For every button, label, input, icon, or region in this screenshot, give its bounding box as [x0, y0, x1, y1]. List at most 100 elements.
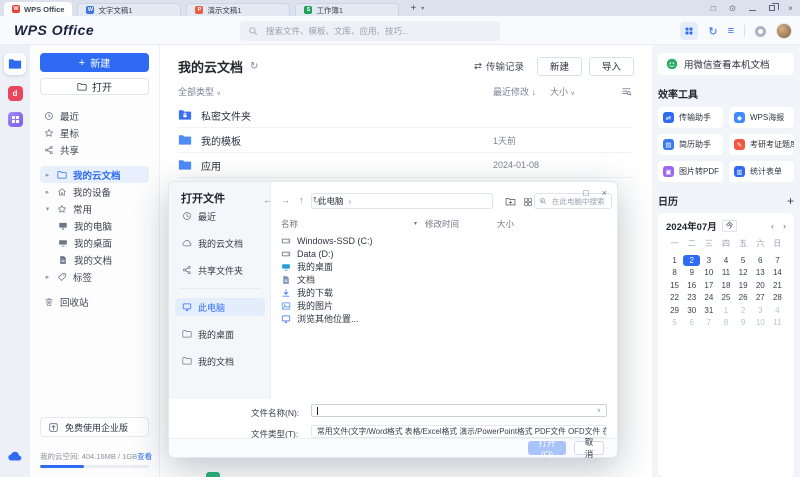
app-tab[interactable]: W WPS Office — [4, 2, 72, 16]
col-time-header[interactable]: 修改时间 — [425, 218, 459, 230]
up-icon[interactable]: ↑ — [299, 195, 304, 206]
view-mode-icon[interactable] — [523, 197, 533, 207]
global-search[interactable] — [240, 21, 500, 41]
tool-card[interactable]: ▤ 简历助手 — [658, 134, 723, 155]
calendar-day[interactable]: 3 — [700, 255, 717, 267]
dialog-nav-item[interactable]: 此电脑 — [175, 298, 265, 316]
sidebar-tree-item[interactable]: ▾ 常用 — [40, 200, 149, 217]
sidebar-tree-item[interactable]: ▸ 我的设备 — [40, 183, 149, 200]
sidebar-item[interactable]: 共享 — [40, 141, 149, 158]
dialog-file-row[interactable]: 我的图片 — [273, 299, 611, 312]
tree-arrow-icon[interactable]: ▸ — [44, 273, 51, 281]
col-name-header[interactable]: 名称 — [281, 219, 298, 229]
dialog-maximize-button[interactable]: □ — [583, 188, 588, 198]
calendar-day[interactable]: 8 — [666, 267, 683, 279]
calendar-day[interactable]: 9 — [683, 267, 700, 279]
calendar-day[interactable]: 22 — [666, 292, 683, 304]
cloud-view-link[interactable]: 查看 — [137, 451, 152, 462]
app-tab[interactable]: S 工作簿1 — [295, 3, 399, 16]
calendar-day[interactable]: 5 — [666, 317, 683, 329]
main-import-button[interactable]: 导入 — [589, 57, 634, 76]
calendar-day[interactable]: 31 — [700, 305, 717, 317]
sort-indicator-icon[interactable]: ▾ — [414, 220, 417, 227]
sidebar-item-tags[interactable]: ▸ 标签 — [40, 268, 149, 285]
dialog-file-row[interactable]: 浏览其他位置... — [273, 312, 611, 325]
calendar-day[interactable]: 4 — [769, 305, 786, 317]
calendar-day[interactable]: 7 — [700, 317, 717, 329]
sidebar-tree-child[interactable]: 我的桌面 — [40, 234, 149, 251]
sidebar-item[interactable]: 星标 — [40, 124, 149, 141]
calendar-day[interactable]: 5 — [735, 255, 752, 267]
app-tab[interactable]: W 文字文稿1 — [77, 3, 181, 16]
filetype-dropdown[interactable]: 常用文件(文字/Word格式 表格/Excel格式 演示/PowerPoint格… — [311, 425, 607, 438]
window-layout-icon[interactable]: □ — [711, 3, 716, 13]
calendar-day[interactable]: 27 — [752, 292, 769, 304]
calendar-today-button[interactable]: 今 — [722, 220, 738, 232]
dialog-open-button[interactable]: 打开(O) — [528, 441, 566, 455]
calendar-prev-icon[interactable]: ‹ — [771, 221, 774, 231]
calendar-day[interactable]: 6 — [683, 317, 700, 329]
calendar-day[interactable]: 23 — [683, 292, 700, 304]
calendar-day[interactable]: 9 — [735, 317, 752, 329]
tool-card[interactable]: ▥ 统计表单 — [729, 161, 794, 182]
main-new-button[interactable]: 新建 — [537, 57, 582, 76]
new-folder-icon[interactable] — [505, 196, 516, 207]
dialog-file-row[interactable]: 我的桌面 — [273, 260, 611, 273]
sync-icon[interactable]: ↻ — [708, 25, 717, 38]
calendar-day[interactable]: 11 — [769, 317, 786, 329]
breadcrumb[interactable]: 此电脑 — [318, 195, 344, 207]
calendar-day[interactable]: 3 — [752, 305, 769, 317]
wechat-banner[interactable]: 用微信查看本机文档 — [658, 53, 794, 75]
tree-arrow-icon[interactable]: ▸ — [44, 171, 51, 179]
file-row[interactable]: 应用 2024-01-08 — [178, 153, 634, 178]
calendar-next-icon[interactable]: › — [783, 221, 786, 231]
col-size-header[interactable]: 大小 — [497, 218, 514, 230]
calendar-day[interactable]: 26 — [735, 292, 752, 304]
calendar-day[interactable]: 14 — [769, 267, 786, 279]
enterprise-upgrade-button[interactable]: 免费使用企业版 — [40, 417, 149, 437]
calendar-day[interactable]: 15 — [666, 280, 683, 292]
file-row[interactable]: 我的模板 1天前 — [178, 128, 634, 153]
sidebar-tree-child[interactable]: 我的电脑 — [40, 217, 149, 234]
dialog-nav-item[interactable]: 我的文档 — [175, 352, 265, 370]
transfer-log-button[interactable]: ⇄ 传输记录 — [474, 59, 524, 73]
calendar-day[interactable]: 11 — [717, 267, 734, 279]
list-settings-button[interactable] — [621, 85, 632, 96]
tool-card[interactable]: ✎ 考研考证题库 — [729, 134, 794, 155]
theme-toggle-icon[interactable] — [755, 26, 766, 37]
calendar-day[interactable]: 25 — [717, 292, 734, 304]
calendar-day[interactable]: 21 — [769, 280, 786, 292]
dialog-file-row[interactable]: Windows-SSD (C:) — [273, 234, 611, 247]
calendar-day[interactable]: 4 — [717, 255, 734, 267]
calendar-day[interactable]: 1 — [666, 255, 683, 267]
type-filter-dropdown[interactable]: 全部类型 ∨ — [178, 85, 221, 98]
address-bar[interactable]: 此电脑 › — [311, 193, 493, 209]
sort-size-header[interactable]: 大小 ∨ — [550, 85, 575, 98]
back-icon[interactable]: ← — [263, 195, 272, 206]
dialog-file-row[interactable]: Data (D:) — [273, 247, 611, 260]
rail-cloud-button[interactable] — [7, 447, 23, 465]
calendar-day[interactable]: 2 — [735, 305, 752, 317]
sidebar-item[interactable]: 最近 — [40, 107, 149, 124]
calendar-day[interactable]: 13 — [752, 267, 769, 279]
tree-arrow-icon[interactable]: ▸ — [44, 188, 51, 196]
dialog-cancel-button[interactable]: 取消 — [574, 441, 604, 455]
calendar-add-button[interactable]: + — [787, 194, 794, 208]
refresh-icon[interactable]: ↻ — [250, 61, 258, 72]
calendar-day[interactable]: 6 — [752, 255, 769, 267]
forward-icon[interactable]: → — [281, 195, 290, 206]
calendar-day[interactable]: 19 — [735, 280, 752, 292]
calendar-day[interactable]: 1 — [717, 305, 734, 317]
sort-modified-header[interactable]: 最近修改 ↓ — [493, 85, 536, 98]
minimize-button[interactable] — [749, 10, 756, 11]
calendar-day[interactable]: 28 — [769, 292, 786, 304]
calendar-day[interactable]: 7 — [769, 255, 786, 267]
sidebar-tree-item[interactable]: ▸ 我的云文档 — [40, 166, 149, 183]
dialog-nav-item[interactable]: 共享文件夹 — [175, 261, 265, 279]
calendar-day[interactable]: 16 — [683, 280, 700, 292]
open-file-button[interactable]: 打开 — [40, 78, 149, 95]
search-input[interactable] — [264, 25, 492, 37]
rail-apps-button[interactable] — [8, 112, 23, 127]
calendar-day[interactable]: 12 — [735, 267, 752, 279]
rail-docs-button[interactable] — [4, 53, 26, 75]
